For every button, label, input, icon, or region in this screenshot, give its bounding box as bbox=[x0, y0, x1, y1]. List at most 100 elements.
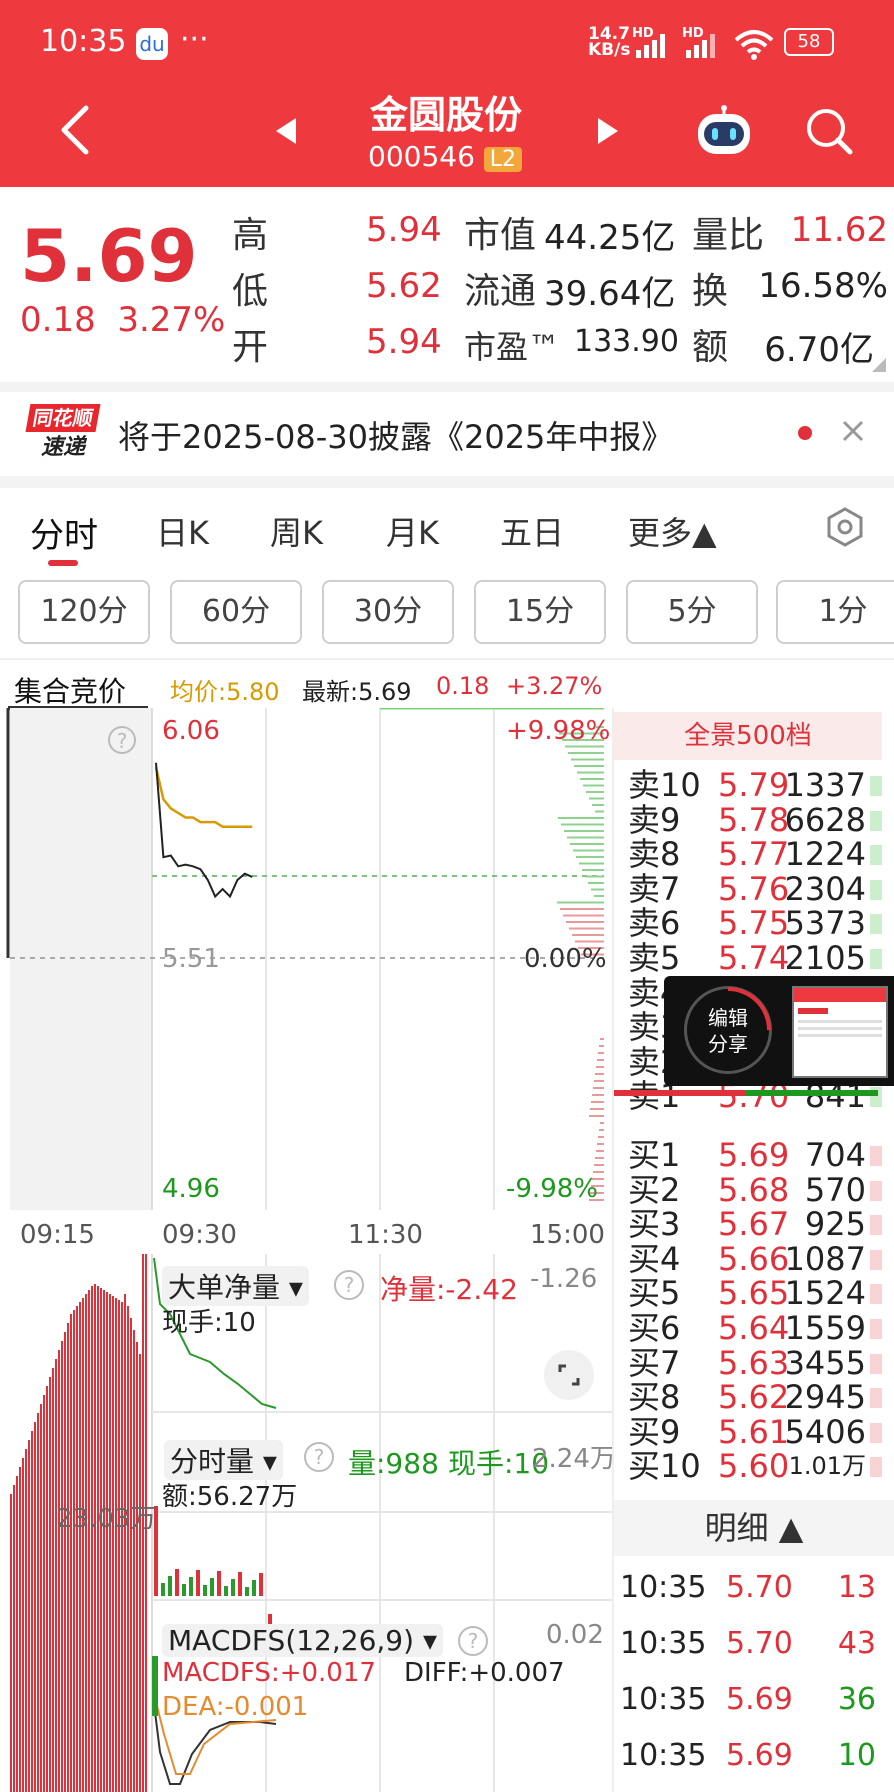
trade-volume: 43 bbox=[837, 1626, 876, 1661]
bid-row[interactable]: 买9 5.61 5406 bbox=[0, 1415, 894, 1450]
trade-price: 5.69 bbox=[726, 1738, 793, 1773]
ask-volume: 1224 bbox=[784, 835, 866, 874]
bid-price: 5.62 bbox=[718, 1378, 790, 1417]
ths-express-logo: 同花顺 速递 bbox=[25, 404, 101, 464]
tab-monthly-k[interactable]: 月K bbox=[386, 508, 439, 554]
mktcap-label: 市值 bbox=[464, 215, 537, 256]
share-popup[interactable]: 编辑 分享 bbox=[664, 976, 894, 1086]
ask-price: 5.79 bbox=[718, 766, 790, 804]
period-15min[interactable]: 15分 bbox=[474, 580, 606, 644]
search-icon[interactable] bbox=[804, 106, 854, 156]
ask-price: 5.77 bbox=[718, 835, 790, 874]
settings-hexagon-icon[interactable] bbox=[824, 506, 866, 548]
close-icon[interactable] bbox=[842, 420, 864, 442]
low-value: 5.62 bbox=[366, 266, 442, 306]
tab-five-day[interactable]: 五日 bbox=[500, 508, 564, 554]
edit-share-button[interactable]: 编辑 分享 bbox=[684, 986, 772, 1074]
detail-toggle[interactable]: 明细 ▲ bbox=[614, 1500, 894, 1556]
auction-label[interactable]: 集合竞价 bbox=[14, 670, 126, 710]
prev-stock-icon[interactable] bbox=[274, 116, 298, 146]
bid-volume: 1087 bbox=[784, 1239, 866, 1278]
bid-row[interactable]: 买7 5.63 3455 bbox=[0, 1345, 894, 1381]
ask-volume-bar bbox=[870, 914, 882, 935]
notice-bar[interactable]: 同花顺 速递 将于2025-08-30披露《2025年中报》 bbox=[0, 392, 894, 476]
ask-volume-bar bbox=[870, 776, 882, 796]
depth-bar bbox=[600, 1122, 604, 1124]
bid-row[interactable]: 买4 5.66 1087 bbox=[0, 1242, 894, 1277]
bid-volume-bar bbox=[870, 1388, 882, 1409]
ask-label: 卖7 bbox=[628, 869, 681, 908]
depth-bar bbox=[571, 758, 604, 761]
bid-row[interactable]: 买8 5.62 2945 bbox=[0, 1380, 894, 1415]
bid-label: 买10 bbox=[628, 1447, 701, 1486]
depth-bar bbox=[589, 1115, 604, 1117]
l2-badge[interactable]: L2 bbox=[483, 147, 523, 172]
ask-row[interactable]: 卖7 5.76 2304 bbox=[0, 872, 894, 907]
expand-corner-icon[interactable] bbox=[872, 358, 886, 372]
ask-label: 卖5 bbox=[628, 939, 681, 977]
period-5min[interactable]: 5分 bbox=[626, 580, 758, 644]
divider bbox=[0, 476, 894, 488]
open-label: 开 bbox=[232, 327, 269, 368]
bid-row[interactable]: 买1 5.69 704 bbox=[0, 1138, 894, 1173]
period-120min[interactable]: 120分 bbox=[18, 580, 150, 644]
period-60min[interactable]: 60分 bbox=[170, 580, 302, 644]
notice-text: 将于2025-08-30披露《2025年中报》 bbox=[118, 418, 674, 456]
tab-daily-k[interactable]: 日K bbox=[156, 508, 209, 554]
bid-label: 买3 bbox=[628, 1205, 681, 1244]
bid-label: 买9 bbox=[628, 1412, 681, 1451]
high-value: 5.94 bbox=[366, 210, 442, 250]
buy-sell-ratio-green bbox=[746, 1090, 878, 1096]
ask-row[interactable]: 卖8 5.77 1224 bbox=[0, 837, 894, 872]
period-30min[interactable]: 30分 bbox=[322, 580, 454, 644]
tab-active-indicator bbox=[48, 560, 78, 566]
trade-price: 5.70 bbox=[726, 1570, 793, 1605]
tab-more[interactable]: 更多▲ bbox=[628, 508, 717, 554]
signal-icon-2 bbox=[686, 34, 715, 58]
depth-bar bbox=[568, 752, 604, 754]
bid-volume-bar bbox=[870, 1249, 882, 1270]
bid-price: 5.61 bbox=[718, 1412, 790, 1451]
tab-weekly-k[interactable]: 周K bbox=[270, 508, 323, 554]
chart-top-pct: +9.98% bbox=[506, 716, 611, 746]
header: 10:35 du ··· 14.7 KB/s HD HD 58 金圆股份 0005… bbox=[0, 0, 894, 187]
ask-row[interactable]: 卖5 5.74 2105 bbox=[0, 941, 894, 976]
ask-volume: 2304 bbox=[784, 869, 866, 908]
svg-text:?: ? bbox=[117, 729, 128, 753]
bid-row[interactable]: 买6 5.64 1559 bbox=[0, 1311, 894, 1346]
trade-time: 10:35 bbox=[620, 1738, 707, 1773]
bid-volume-bar bbox=[870, 1215, 882, 1236]
back-arrow-icon[interactable] bbox=[58, 104, 92, 156]
bid-row[interactable]: 买2 5.68 570 bbox=[0, 1172, 894, 1208]
trade-volume: 36 bbox=[837, 1682, 876, 1717]
tab-intraday[interactable]: 分时 bbox=[30, 508, 98, 557]
bid-row[interactable]: 买5 5.65 1524 bbox=[0, 1276, 894, 1311]
high-label: 高 bbox=[232, 215, 269, 256]
bid-label: 买4 bbox=[628, 1239, 681, 1278]
auction-volume-label: 23.03万 bbox=[56, 1504, 157, 1534]
float-label: 流通 bbox=[464, 271, 537, 312]
ask-price: 5.76 bbox=[718, 869, 790, 908]
ask-label: 卖8 bbox=[628, 835, 681, 874]
ask-row[interactable]: 卖9 5.78 6628 bbox=[0, 802, 894, 838]
ask-row[interactable]: 卖6 5.75 5373 bbox=[0, 906, 894, 941]
bid-price: 5.66 bbox=[718, 1239, 790, 1278]
ask-row[interactable]: 卖10 5.79 1337 bbox=[0, 768, 894, 803]
bid-label: 买5 bbox=[628, 1274, 681, 1313]
full-depth-500-button[interactable]: 全景500档 bbox=[614, 712, 882, 760]
bid-label: 买1 bbox=[628, 1136, 681, 1174]
screenshot-thumbnail[interactable] bbox=[792, 986, 888, 1078]
bid-volume: 1559 bbox=[784, 1309, 866, 1347]
bid-row[interactable]: 买3 5.67 925 bbox=[0, 1207, 894, 1242]
divider bbox=[0, 382, 894, 392]
low-label: 低 bbox=[232, 271, 269, 312]
float-value: 39.64亿 bbox=[544, 274, 676, 314]
bid-row[interactable]: 买10 5.60 1.01万 bbox=[0, 1449, 894, 1484]
ask-label: 卖6 bbox=[628, 904, 681, 943]
robot-assistant-icon[interactable] bbox=[694, 104, 754, 156]
ask-price: 5.74 bbox=[718, 939, 790, 977]
bid-volume: 925 bbox=[804, 1205, 866, 1244]
trade-price: 5.69 bbox=[726, 1682, 793, 1717]
period-1min[interactable]: 1分 bbox=[776, 580, 894, 644]
next-stock-icon[interactable] bbox=[596, 116, 620, 146]
